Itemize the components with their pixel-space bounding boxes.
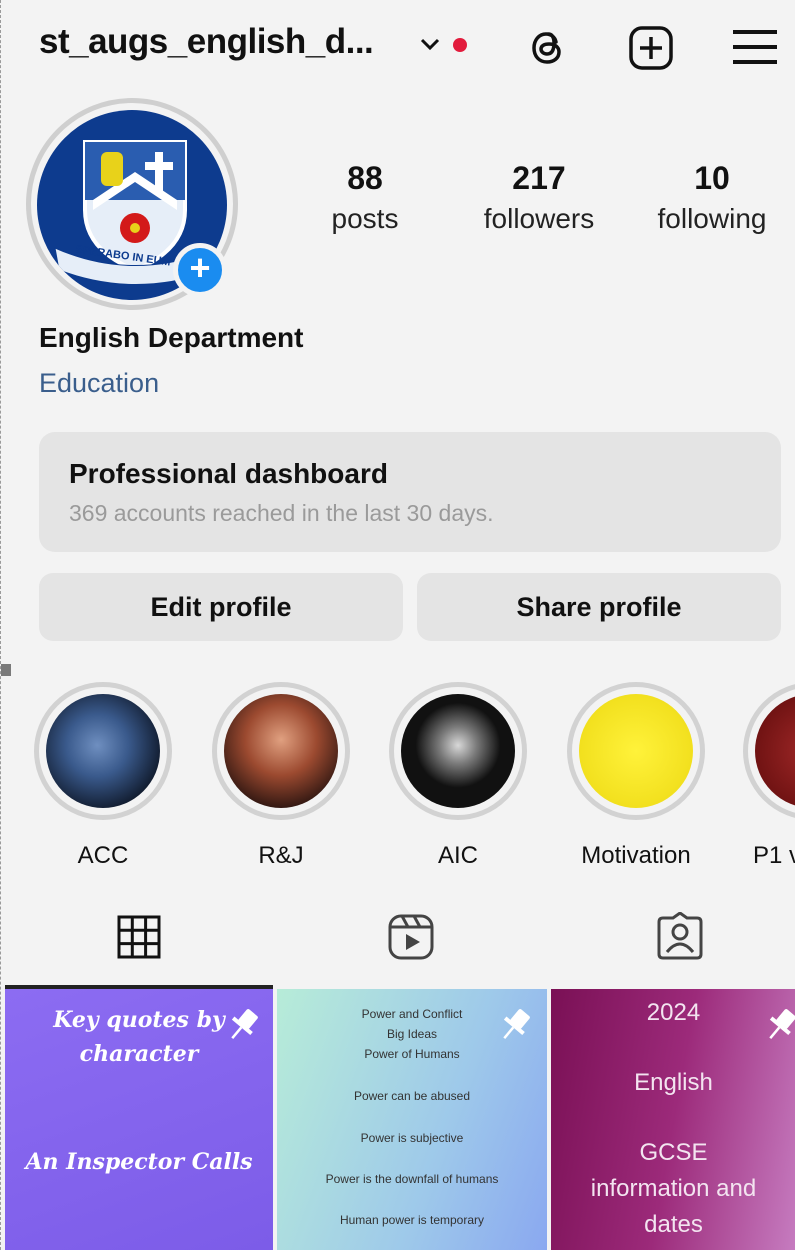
highlight-ring xyxy=(567,682,705,820)
post-text: Power is the downfall of humans xyxy=(325,1172,499,1186)
highlight-motivation[interactable]: Motivation xyxy=(566,682,706,870)
reels-icon[interactable] xyxy=(386,912,436,962)
professional-dashboard[interactable]: Professional dashboard 369 accounts reac… xyxy=(39,432,781,552)
highlight-label: R&J xyxy=(258,842,304,869)
post-text: English xyxy=(634,1069,713,1096)
dashboard-subtitle: 369 accounts reached in the last 30 days… xyxy=(69,500,494,526)
post-tile[interactable]: Key quotes by character An Inspector Cal… xyxy=(5,989,273,1250)
followers-label: followers xyxy=(483,203,595,234)
highlight-label: Motivation xyxy=(581,842,691,869)
post-text: dates xyxy=(644,1211,703,1238)
followers-stat[interactable]: 217 followers xyxy=(469,160,609,235)
tagged-icon[interactable] xyxy=(655,912,705,962)
scroll-marker xyxy=(1,664,11,676)
post-text: Power is subjective xyxy=(360,1131,464,1145)
highlight-cover xyxy=(401,694,515,808)
pin-icon xyxy=(503,1009,530,1039)
add-story-button[interactable]: + xyxy=(173,243,227,297)
edit-profile-button[interactable]: Edit profile xyxy=(39,573,403,641)
posts-label: posts xyxy=(331,203,399,234)
notification-dot xyxy=(453,38,467,52)
highlight-ring xyxy=(743,682,795,820)
highlight-label: ACC xyxy=(77,842,129,869)
share-profile-button[interactable]: Share profile xyxy=(417,573,781,641)
profile-tabs xyxy=(1,912,795,972)
highlight-rj[interactable]: R&J xyxy=(211,682,351,870)
post-tile[interactable]: 2024 English GCSE information and dates xyxy=(551,989,795,1250)
highlight-ring xyxy=(34,682,172,820)
highlight-cover xyxy=(224,694,338,808)
pin-icon xyxy=(231,1009,258,1039)
post-text: GCSE xyxy=(639,1139,708,1166)
grid-icon[interactable] xyxy=(114,912,164,962)
highlight-p1[interactable]: P1 v xyxy=(743,682,795,870)
profile-category[interactable]: Education xyxy=(39,368,159,399)
profile-name: English Department xyxy=(39,322,304,353)
following-label: following xyxy=(657,203,767,234)
highlight-cover xyxy=(579,694,693,808)
chevron-down-icon[interactable] xyxy=(419,36,441,52)
highlight-acc[interactable]: ACC xyxy=(33,682,173,870)
highlight-ring xyxy=(212,682,350,820)
dashboard-title: Professional dashboard xyxy=(69,458,388,489)
highlight-aic[interactable]: AIC xyxy=(388,682,528,870)
highlight-ring xyxy=(389,682,527,820)
post-text: Human power is temporary xyxy=(339,1213,485,1227)
post-text: information and xyxy=(590,1175,757,1202)
post-text: Power of Humans xyxy=(364,1047,460,1061)
highlight-cover xyxy=(46,694,160,808)
post-tile[interactable]: Power and Conflict Big Ideas Power of Hu… xyxy=(277,989,547,1250)
highlight-label: P1 v xyxy=(753,842,795,869)
posts-grid: Key quotes by character An Inspector Cal… xyxy=(5,989,795,1250)
following-stat[interactable]: 10 following xyxy=(645,160,779,235)
post-text: Power can be abused xyxy=(353,1089,471,1103)
top-bar: st_augs_english_d... xyxy=(1,0,795,95)
username-switcher[interactable]: st_augs_english_d... xyxy=(39,22,374,62)
threads-icon[interactable] xyxy=(523,24,571,72)
highlight-cover xyxy=(755,694,795,808)
highlight-label: AIC xyxy=(437,842,478,869)
menu-icon[interactable] xyxy=(731,27,779,67)
posts-stat[interactable]: 88 posts xyxy=(319,160,411,235)
following-count: 10 xyxy=(694,160,730,196)
posts-count: 88 xyxy=(347,160,383,196)
post-text: 2024 xyxy=(646,999,701,1026)
new-post-icon[interactable] xyxy=(627,24,675,72)
pin-icon xyxy=(769,1009,795,1039)
followers-count: 217 xyxy=(512,160,566,196)
post-text: An Inspector Calls xyxy=(25,1149,253,1175)
